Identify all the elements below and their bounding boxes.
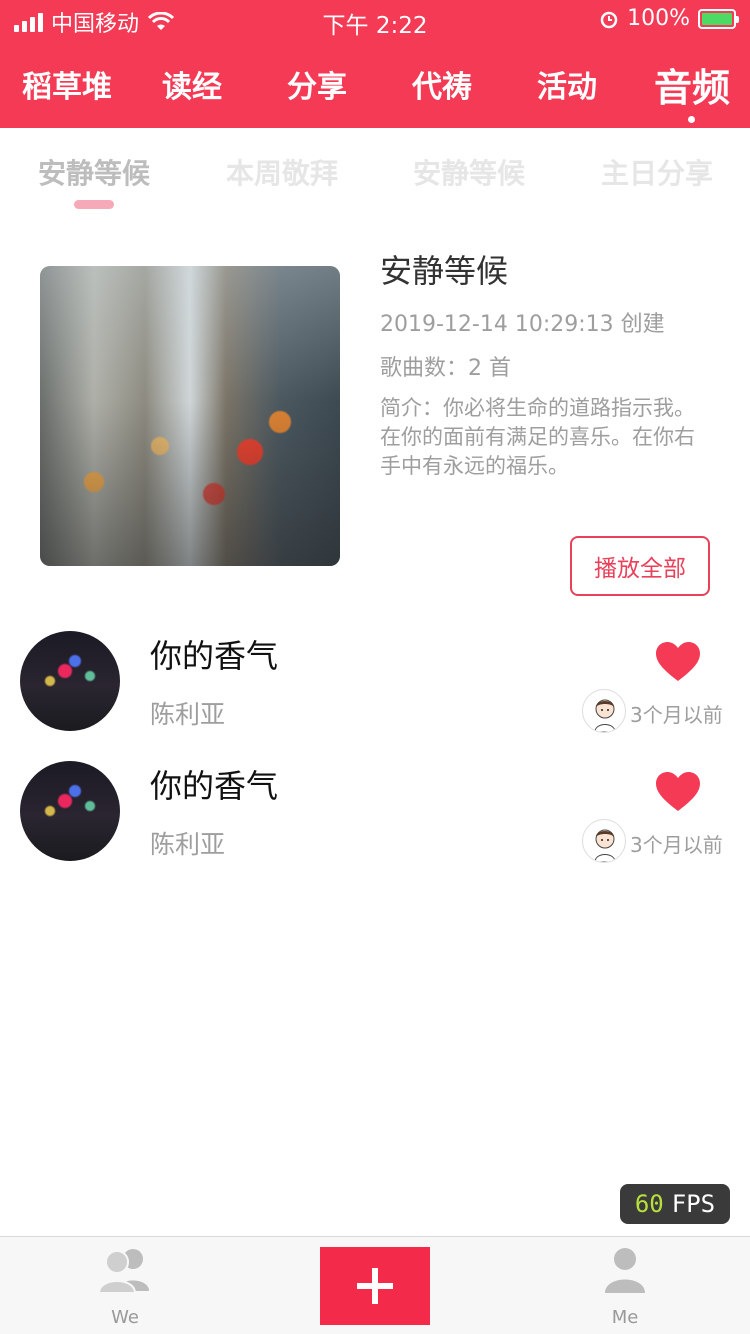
nav-tab-pray[interactable]: 代祷 [387,62,497,106]
song-artist: 陈利亚 [150,830,226,859]
song-title: 你的香气 [150,767,279,805]
fps-counter: 60 FPS [620,1184,730,1224]
nav-tab-share[interactable]: 分享 [262,62,372,106]
active-nav-indicator [688,116,695,123]
nav-tab-read[interactable]: 读经 [137,62,247,106]
song-cover-avatar [20,761,120,861]
heart-icon[interactable] [655,641,701,683]
status-right: 100% [599,6,739,31]
fps-value: 60 [634,1190,664,1218]
sub-tab-quiet-wait-2[interactable]: 安静等候 [399,152,539,192]
plus-icon [357,1268,393,1304]
album-created-time: 2019-12-14 10:29:13 创建 [380,312,665,337]
nav-tab-straw[interactable]: 稻草堆 [12,62,122,106]
fps-label: FPS [671,1190,716,1218]
sub-tab-sunday-share[interactable]: 主日分享 [587,152,727,192]
song-artist: 陈利亚 [150,700,226,729]
song-cover-avatar [20,631,120,731]
sub-tab-quiet-wait[interactable]: 安静等候 [24,152,164,192]
sub-tab-weekly-worship[interactable]: 本周敬拜 [212,152,352,192]
status-bar: 中国移动 下午 2:22 100% [0,0,750,40]
battery-icon [698,8,739,29]
nav-tab-audio[interactable]: 音频 [637,57,747,112]
alarm-icon [600,11,618,28]
tab-we-label: We [111,1307,139,1328]
user-avatar[interactable] [582,819,626,863]
top-nav: 稻草堆 读经 分享 代祷 活动 音频 [0,40,750,128]
battery-percent: 100% [627,6,690,31]
bottom-tab-bar: We Me [0,1236,750,1334]
tab-me-label: Me [611,1307,639,1328]
person-icon [605,1248,645,1293]
album-cover-image [40,266,340,566]
user-avatar[interactable] [582,689,626,733]
heart-icon[interactable] [655,771,701,813]
group-icon [97,1249,149,1294]
album-description: 简介：你必将生命的道路指示我。在你的面前有满足的喜乐。在你右手中有永远的福乐。 [380,396,695,478]
sub-tabs: 安静等候 本周敬拜 安静等候 主日分享 [0,128,750,218]
song-time: 3个月以前 [630,703,723,727]
album-song-count: 歌曲数：2 首 [380,356,511,381]
nav-tab-events[interactable]: 活动 [512,62,622,106]
song-time: 3个月以前 [630,833,723,857]
sub-tab-indicator [74,200,114,209]
tab-me[interactable]: Me [565,1237,685,1334]
song-title: 你的香气 [150,637,279,675]
play-all-button[interactable]: 播放全部 [570,536,710,596]
album-title: 安静等候 [380,252,509,290]
song-row[interactable]: 你的香气 陈利亚 3个月以前 [0,631,750,761]
song-row[interactable]: 你的香气 陈利亚 3个月以前 [0,761,750,891]
add-button[interactable] [320,1247,430,1325]
tab-we[interactable]: We [65,1237,185,1334]
